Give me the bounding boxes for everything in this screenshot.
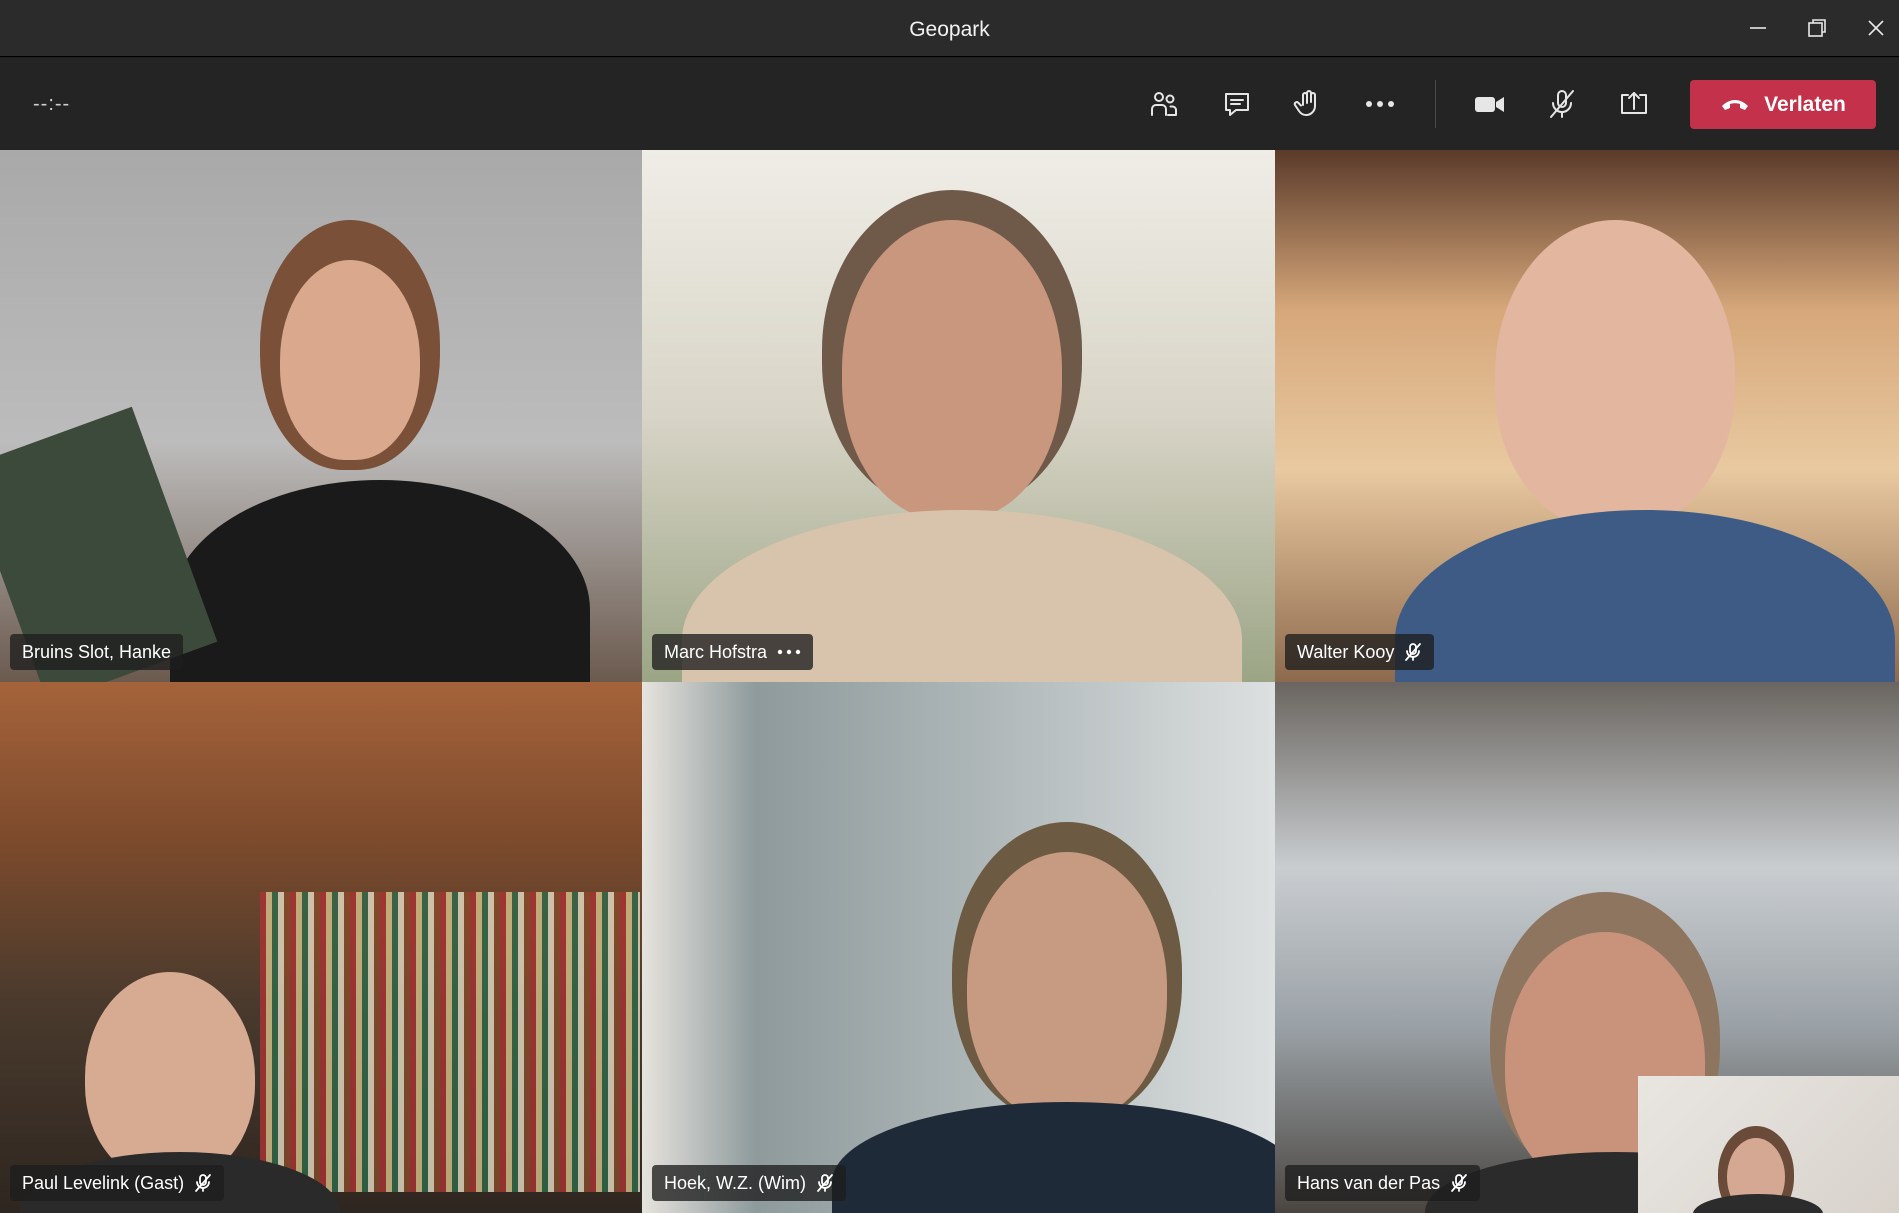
- meeting-timer: --:--: [33, 93, 71, 115]
- title-bar: Geopark: [0, 0, 1899, 57]
- minimize-button[interactable]: [1738, 12, 1778, 44]
- participant-name-tag: Hans van der Pas: [1285, 1165, 1481, 1201]
- participants-button[interactable]: [1140, 80, 1188, 128]
- share-screen-icon: [1621, 92, 1647, 114]
- participant-name: Hans van der Pas: [1297, 1172, 1441, 1193]
- microphone-muted-icon: [1451, 1174, 1467, 1192]
- video-tile[interactable]: Marc Hofstra: [642, 150, 1275, 682]
- leave-label: Verlaten: [1764, 92, 1846, 116]
- minimize-icon: [1750, 27, 1766, 29]
- restore-icon: [1808, 19, 1826, 37]
- participant-name-tag: Marc Hofstra: [652, 634, 814, 670]
- participant-name-tag: Paul Levelink (Gast): [10, 1165, 225, 1201]
- restore-button[interactable]: [1797, 12, 1837, 44]
- participant-name-tag: Walter Kooy: [1285, 634, 1435, 670]
- participant-name: Walter Kooy: [1297, 641, 1395, 662]
- participant-name: Paul Levelink (Gast): [22, 1172, 185, 1193]
- participant-name: Hoek, W.Z. (Wim): [664, 1172, 806, 1193]
- close-icon: [1868, 20, 1884, 36]
- more-options-icon: [1366, 101, 1394, 107]
- share-screen-button[interactable]: [1610, 80, 1658, 128]
- microphone-muted-icon: [195, 1174, 211, 1192]
- chat-icon: [1225, 93, 1249, 116]
- raise-hand-icon: [1293, 90, 1316, 116]
- microphone-muted-icon: [817, 1174, 833, 1192]
- hang-up-icon: [1722, 99, 1749, 110]
- participant-name-tag: Bruins Slot, Hanke: [10, 634, 184, 670]
- video-tile[interactable]: Paul Levelink (Gast): [0, 682, 642, 1213]
- camera-icon: [1475, 97, 1504, 112]
- microphone-muted-icon: [1405, 643, 1422, 661]
- video-tile[interactable]: Bruins Slot, Hanke: [0, 150, 642, 682]
- microphone-muted-icon: [1550, 90, 1574, 118]
- raise-hand-button[interactable]: [1284, 80, 1332, 128]
- chat-button[interactable]: [1213, 80, 1261, 128]
- self-view-video[interactable]: [1638, 1076, 1899, 1213]
- microphone-button[interactable]: [1538, 80, 1586, 128]
- more-options-button[interactable]: [1356, 80, 1404, 128]
- close-button[interactable]: [1856, 12, 1896, 44]
- toolbar-divider: [1435, 80, 1436, 128]
- video-tile[interactable]: Walter Kooy: [1275, 150, 1899, 682]
- participant-name: Marc Hofstra: [664, 641, 768, 662]
- window-title: Geopark: [909, 18, 990, 41]
- leave-button[interactable]: Verlaten: [1690, 80, 1876, 129]
- meeting-toolbar: --:-- Verlaten: [0, 58, 1899, 150]
- participant-name: Bruins Slot, Hanke: [22, 641, 172, 662]
- participants-icon: [1151, 92, 1177, 116]
- video-tile[interactable]: Hoek, W.Z. (Wim): [642, 682, 1275, 1213]
- camera-button[interactable]: [1466, 80, 1514, 128]
- participant-name-tag: Hoek, W.Z. (Wim): [652, 1165, 846, 1201]
- more-icon: [777, 649, 801, 655]
- bookshelf-image: [260, 892, 640, 1192]
